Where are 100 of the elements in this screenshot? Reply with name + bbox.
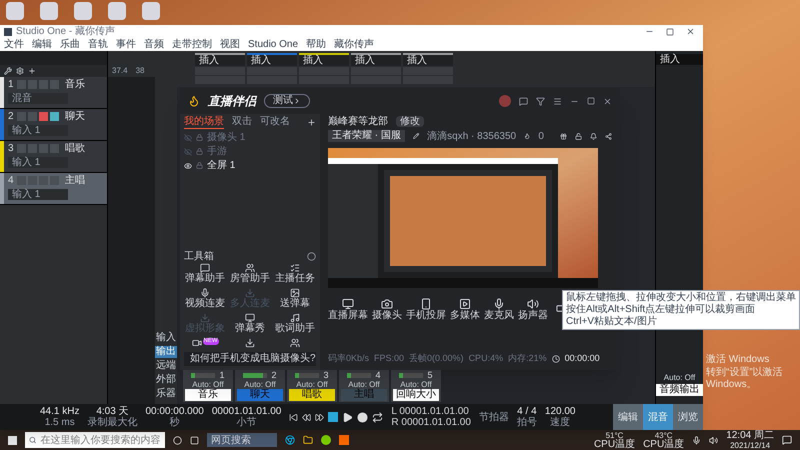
rewind-start-icon[interactable] xyxy=(289,412,298,422)
insert-header[interactable]: 插入 xyxy=(299,55,349,66)
input-select[interactable]: 输入 1 xyxy=(8,189,68,200)
lock-icon[interactable] xyxy=(196,162,203,169)
start-icon[interactable] xyxy=(8,436,17,444)
menu-item[interactable]: 编辑 xyxy=(32,38,52,50)
category-tag[interactable]: 王者荣耀 · 国服 xyxy=(328,130,405,142)
desktop-shortcut-icon[interactable] xyxy=(142,2,160,20)
unlock-icon[interactable] xyxy=(574,132,582,140)
insert-header[interactable]: 插入 xyxy=(656,54,703,65)
eye-icon[interactable] xyxy=(184,162,192,170)
scene-tab[interactable]: 我的场景 xyxy=(184,116,224,128)
input-select[interactable]: 输入 1 xyxy=(8,157,68,168)
tool-label[interactable]: 送弹幕 xyxy=(280,298,310,310)
tool-label[interactable]: 房管助手 xyxy=(230,273,270,285)
stop-button[interactable] xyxy=(328,412,338,422)
video-icon[interactable] xyxy=(192,338,202,348)
menu-item[interactable]: Studio One xyxy=(248,38,298,50)
users-icon[interactable] xyxy=(290,338,300,348)
clock-time[interactable]: 12:04 周二 xyxy=(726,430,774,440)
settings-icon[interactable] xyxy=(16,67,24,75)
menu-icon[interactable] xyxy=(553,96,562,106)
scene-tab[interactable]: 可改名 xyxy=(260,116,290,128)
desktop-shortcut-icon[interactable] xyxy=(40,2,58,20)
source-button-label[interactable]: 多媒体 xyxy=(450,310,480,322)
volume-icon[interactable] xyxy=(709,436,718,444)
play-icon[interactable] xyxy=(459,298,471,310)
mixer-nav-item[interactable]: 输入 xyxy=(155,332,177,344)
clock-date[interactable]: 2021/12/14 xyxy=(730,440,770,450)
loop-icon[interactable] xyxy=(372,412,384,422)
menu-item[interactable]: 视图 xyxy=(220,38,240,50)
track-header[interactable]: 2 聊天 输入 1 xyxy=(0,109,107,141)
insert-header[interactable]: 插入 xyxy=(403,55,453,66)
image-icon[interactable] xyxy=(290,288,300,298)
edit-button[interactable]: 修改 xyxy=(396,116,424,126)
mixer-nav-item[interactable]: 乐器 xyxy=(155,388,177,400)
mic-icon[interactable] xyxy=(692,436,702,444)
track-header[interactable]: 4 主唱 输入 1 xyxy=(0,173,107,205)
rewind-icon[interactable] xyxy=(302,412,312,422)
metronome-label[interactable]: 节拍器 xyxy=(478,410,509,424)
maximize-icon[interactable] xyxy=(587,97,595,105)
chat-icon[interactable] xyxy=(200,263,210,273)
gift-icon[interactable] xyxy=(560,132,567,140)
task-view-icon[interactable] xyxy=(190,436,199,444)
wrench-icon[interactable] xyxy=(4,67,12,75)
menu-item[interactable]: 音轨 xyxy=(88,38,108,50)
scene-tab[interactable]: 双击 xyxy=(232,116,252,128)
menu-item[interactable]: 帮助 xyxy=(306,38,326,50)
chat-icon[interactable] xyxy=(519,96,528,106)
phone-icon[interactable] xyxy=(420,298,432,310)
mixer-nav-item[interactable]: 输出 xyxy=(155,346,177,358)
tool-label[interactable]: 主播任务 xyxy=(275,273,315,285)
tool-label[interactable]: 弹幕秀 xyxy=(235,323,265,335)
tool-label[interactable]: 视频连麦 xyxy=(185,298,225,310)
menu-item[interactable]: 走带控制 xyxy=(172,38,212,50)
bell-icon[interactable] xyxy=(590,132,597,140)
view-tab[interactable]: 混音 xyxy=(643,404,673,430)
web-search-field[interactable]: 网页搜索 xyxy=(207,433,277,447)
desktop-shortcut-icon[interactable] xyxy=(108,2,126,20)
pencil-icon[interactable] xyxy=(412,132,420,140)
source-name[interactable]: 全屏 1 xyxy=(207,160,236,172)
view-tab[interactable]: 编辑 xyxy=(613,404,643,430)
mixer-nav-item[interactable]: 远端 xyxy=(155,360,177,372)
menu-item[interactable]: 事件 xyxy=(116,38,136,50)
insert-header[interactable]: 插入 xyxy=(351,55,401,66)
menu-item[interactable]: 文件 xyxy=(4,38,24,50)
source-button-label[interactable]: 手机投屏 xyxy=(406,310,446,322)
maximize-icon[interactable] xyxy=(666,28,674,36)
play-icon[interactable] xyxy=(342,412,354,422)
users-icon[interactable] xyxy=(245,263,255,273)
camera-icon[interactable] xyxy=(381,298,393,310)
track-header[interactable]: 3 唱歌 输入 1 xyxy=(0,141,107,173)
browser-icon[interactable] xyxy=(285,435,295,445)
search-field[interactable]: 在这里输入你要搜索的内容 xyxy=(25,432,165,448)
view-tab[interactable]: 浏览 xyxy=(673,404,703,430)
source-button-label[interactable]: 摄像头 xyxy=(372,310,402,322)
download-icon[interactable] xyxy=(245,338,255,348)
input-select[interactable]: 混音 xyxy=(8,93,68,104)
notification-icon[interactable] xyxy=(782,435,792,445)
close-icon[interactable] xyxy=(686,27,695,36)
music-icon[interactable] xyxy=(290,313,300,323)
desktop-shortcut-icon[interactable] xyxy=(74,2,92,20)
source-button-label[interactable]: 麦克风 xyxy=(484,310,514,322)
add-icon[interactable] xyxy=(307,118,316,126)
tool-label[interactable]: 弹幕助手 xyxy=(185,273,225,285)
close-icon[interactable] xyxy=(603,96,612,106)
mic-icon[interactable] xyxy=(200,288,210,298)
lock-icon[interactable] xyxy=(196,148,203,155)
forward-icon[interactable] xyxy=(315,412,324,422)
help-link[interactable]: 如何把手机变成电脑摄像头? xyxy=(190,353,316,365)
folder-icon[interactable] xyxy=(303,435,313,445)
speaker-icon[interactable] xyxy=(527,298,539,310)
mixer-nav-item[interactable]: 外部 xyxy=(155,374,177,386)
desktop-shortcut-icon[interactable] xyxy=(6,2,24,20)
source-button-label[interactable]: 扬声器 xyxy=(518,310,548,322)
insert-header[interactable]: 插入 xyxy=(247,55,297,66)
lock-icon[interactable] xyxy=(196,134,203,141)
mic-icon[interactable] xyxy=(493,298,505,310)
menu-item[interactable]: 藏你传声 xyxy=(334,38,374,50)
track-header[interactable]: 1 音乐 混音 xyxy=(0,77,107,109)
